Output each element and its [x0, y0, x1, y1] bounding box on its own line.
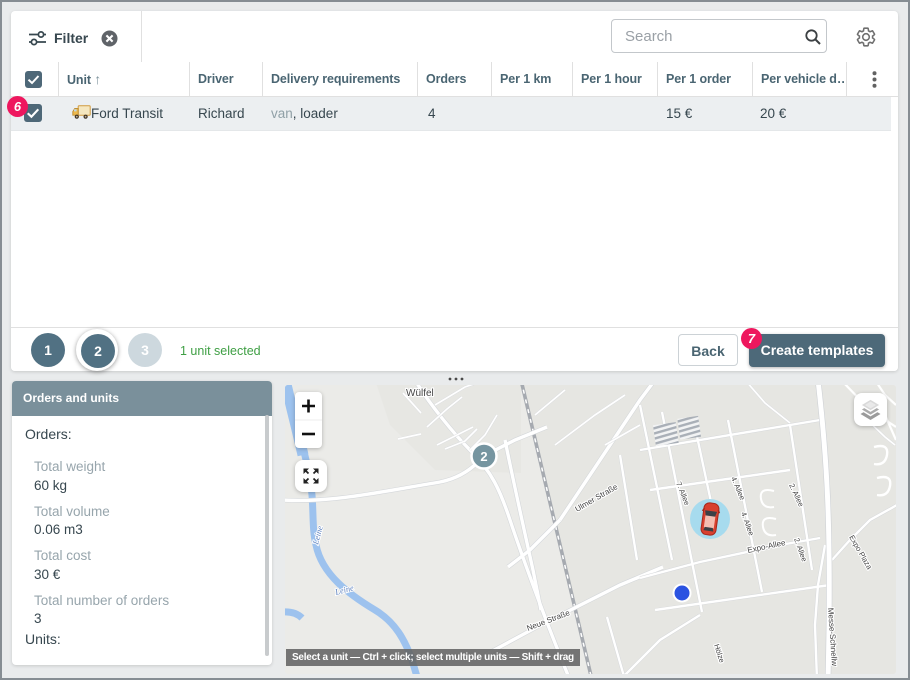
svg-text:2: 2 — [480, 449, 487, 464]
svg-text:Wülfel: Wülfel — [406, 388, 434, 399]
